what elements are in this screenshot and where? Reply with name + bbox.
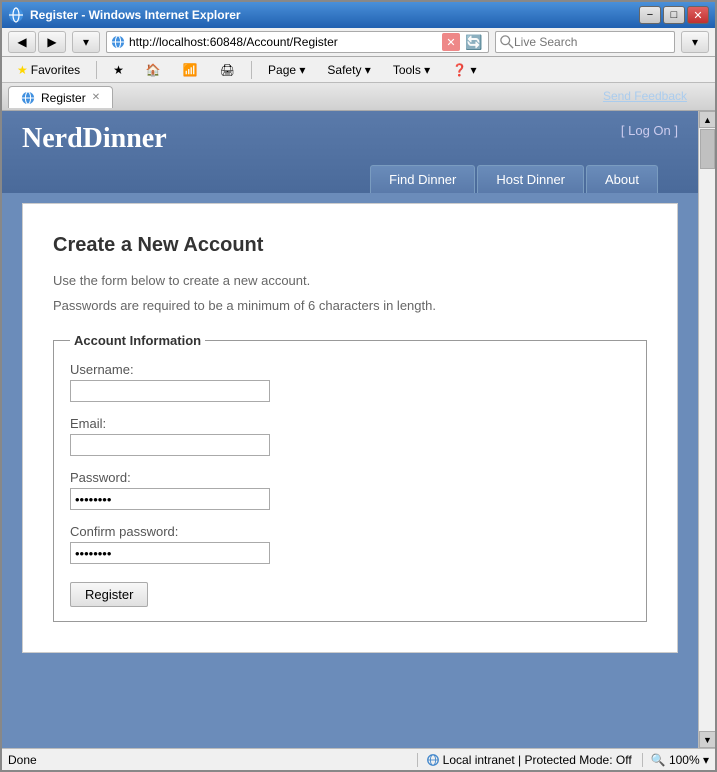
address-go-button[interactable]: 🔄: [464, 32, 484, 52]
password-input[interactable]: [70, 488, 270, 510]
maximize-button[interactable]: □: [663, 6, 685, 24]
username-input[interactable]: [70, 380, 270, 402]
password-field-row: Password:: [70, 470, 630, 510]
add-favorites-button[interactable]: ★: [104, 60, 133, 80]
toolbar-separator: [96, 61, 97, 79]
home-button[interactable]: 🏠: [137, 60, 170, 80]
toolbar-separator-2: [251, 61, 252, 79]
email-label: Email:: [70, 416, 630, 431]
star-icon: ★: [17, 63, 28, 77]
log-on-link[interactable]: Log On: [628, 123, 671, 138]
close-button[interactable]: ✕: [687, 6, 709, 24]
live-search-input[interactable]: [514, 35, 670, 49]
globe-icon: [426, 753, 440, 767]
window-title: Register - Windows Internet Explorer: [30, 8, 241, 22]
form-title: Create a New Account: [53, 234, 647, 257]
zone-text: Local intranet | Protected Mode: Off: [443, 753, 632, 767]
forward-button[interactable]: ▶: [38, 31, 66, 53]
add-to-favorites-icon: ★: [113, 63, 124, 77]
browser-tab[interactable]: Register ✕: [8, 86, 113, 108]
register-button[interactable]: Register: [70, 582, 148, 607]
print-button[interactable]: 🖨: [211, 60, 244, 80]
log-on-area: [ Log On ]: [621, 123, 678, 138]
find-dinner-tab[interactable]: Find Dinner: [370, 165, 475, 193]
zoom-text: 🔍 100% ▾: [651, 753, 709, 767]
confirm-input[interactable]: [70, 542, 270, 564]
confirm-label: Confirm password:: [70, 524, 630, 539]
back-button[interactable]: ◀: [8, 31, 36, 53]
zoom-section[interactable]: 🔍 100% ▾: [642, 753, 709, 767]
address-x-button[interactable]: ✕: [442, 33, 460, 51]
zone-section: Local intranet | Protected Mode: Off: [417, 753, 632, 767]
tools-button[interactable]: Tools ▾: [384, 60, 439, 80]
tab-close-icon[interactable]: ✕: [92, 92, 100, 103]
password-label: Password:: [70, 470, 630, 485]
safety-button[interactable]: Safety ▾: [318, 60, 379, 80]
about-tab[interactable]: About: [586, 165, 658, 193]
page-button[interactable]: Page ▾: [259, 60, 314, 80]
dropdown-button[interactable]: ▾: [72, 31, 100, 53]
scroll-thumb[interactable]: [700, 129, 715, 169]
scrollbar[interactable]: ▲ ▼: [698, 111, 715, 748]
search-dropdown-button[interactable]: ▾: [681, 31, 709, 53]
email-field-row: Email:: [70, 416, 630, 456]
email-input[interactable]: [70, 434, 270, 456]
scroll-up-button[interactable]: ▲: [699, 111, 715, 128]
username-label: Username:: [70, 362, 630, 377]
form-desc1: Use the form below to create a new accou…: [53, 273, 647, 288]
minimize-button[interactable]: −: [639, 6, 661, 24]
confirm-field-row: Confirm password:: [70, 524, 630, 564]
app-title: NerdDinner: [22, 123, 167, 155]
scroll-down-button[interactable]: ▼: [699, 731, 715, 748]
help-button[interactable]: ❓ ▾: [443, 60, 485, 80]
account-fieldset: Account Information Username: Email: Pas: [53, 333, 647, 622]
fieldset-legend: Account Information: [70, 333, 205, 348]
ie-small-icon: [111, 35, 125, 49]
rss-button[interactable]: 📶: [174, 60, 207, 80]
status-text: Done: [8, 753, 411, 767]
ie-icon: [8, 7, 24, 23]
send-feedback-link[interactable]: Send Feedback: [603, 89, 687, 103]
form-desc2: Passwords are required to be a minimum o…: [53, 298, 647, 313]
live-search-icon: [500, 35, 514, 49]
scroll-track[interactable]: [699, 128, 715, 731]
tab-label: Register: [41, 91, 86, 105]
tab-ie-icon: [21, 91, 35, 105]
favorites-button[interactable]: ★ Favorites: [8, 60, 89, 80]
host-dinner-tab[interactable]: Host Dinner: [477, 165, 584, 193]
address-input[interactable]: [129, 35, 438, 49]
username-field-row: Username:: [70, 362, 630, 402]
